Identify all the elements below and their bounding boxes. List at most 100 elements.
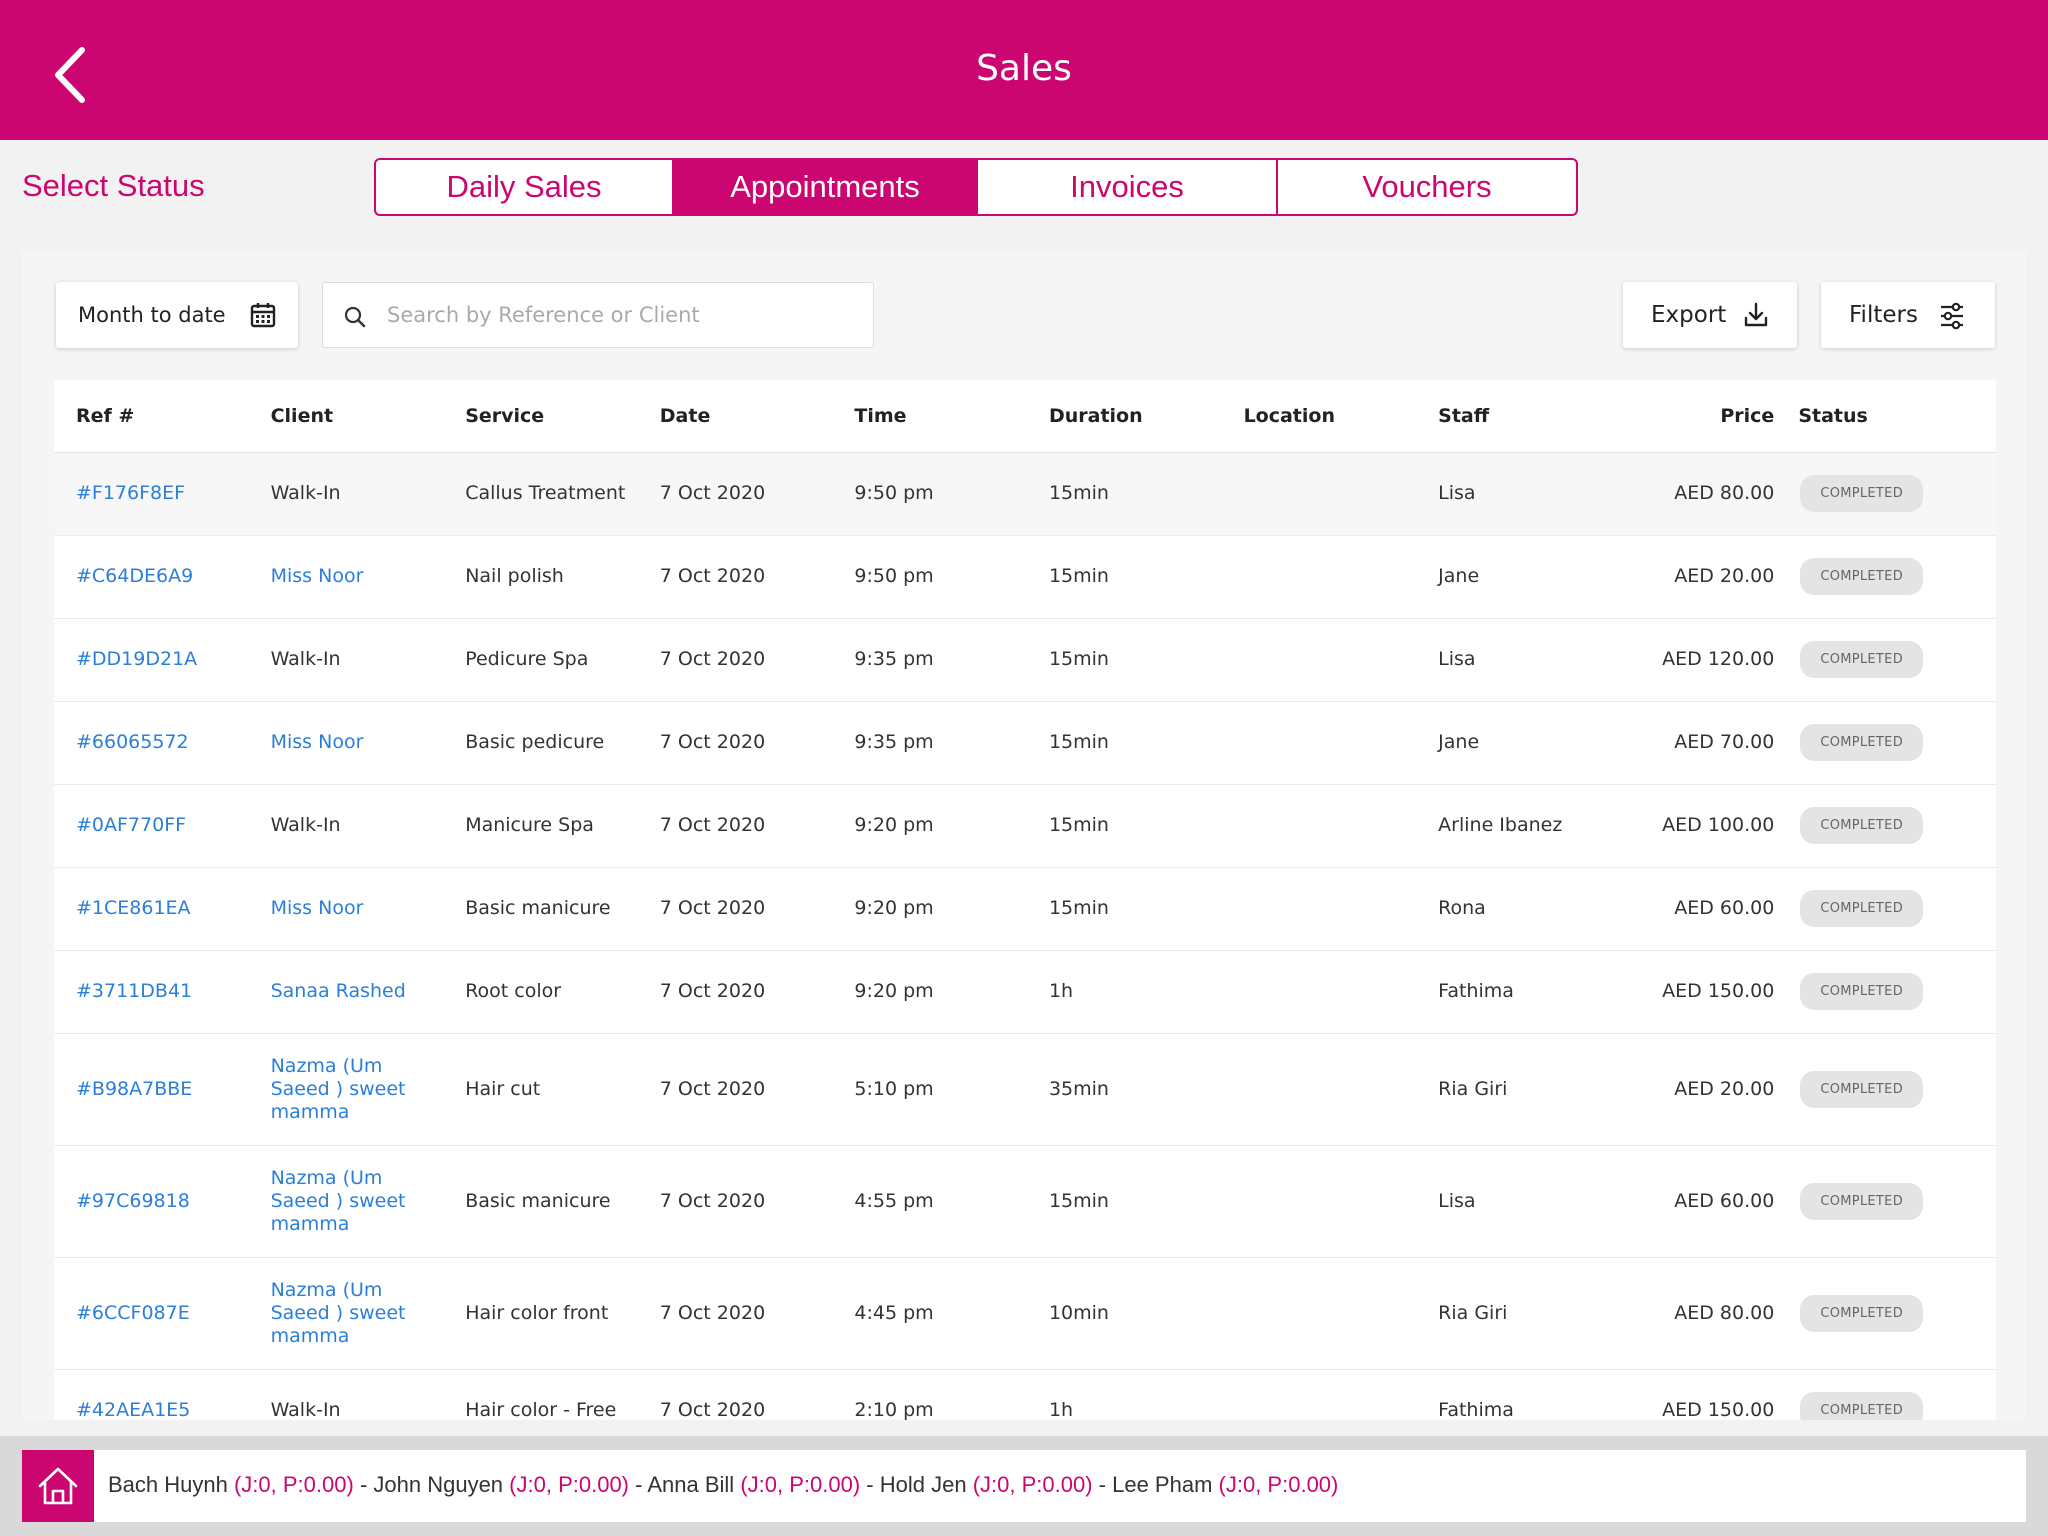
table-row[interactable]: #C64DE6A9 Miss Noor Nail polish 7 Oct 2020 9…: [54, 535, 1996, 619]
table-row[interactable]: #DD19D21A Walk-In Pedicure Spa 7 Oct 2020 9:…: [54, 618, 1996, 702]
date-range-button[interactable]: Month to date: [56, 282, 298, 348]
cell-time: 4:45 pm: [832, 1257, 1027, 1370]
table-row[interactable]: #6CCF087E Nazma (Um Saeed ) sweet mamma Ha…: [54, 1257, 1996, 1370]
tab-invoices[interactable]: Invoices: [976, 158, 1278, 216]
table-row[interactable]: #3711DB41 Sanaa Rashed Root color 7 Oct 202…: [54, 950, 1996, 1034]
cell-ref: #1CE861EA: [54, 867, 249, 951]
client-link[interactable]: Sanaa Rashed: [271, 980, 406, 1002]
col-header-location[interactable]: Location: [1221, 380, 1417, 453]
duration-value: 1h: [1048, 980, 1074, 1002]
ref-link[interactable]: #97C69818: [76, 1190, 190, 1212]
ref-link[interactable]: #C64DE6A9: [76, 565, 193, 587]
ref-link[interactable]: #1CE861EA: [76, 897, 191, 919]
staff-value: Arline Ibanez: [1438, 814, 1563, 836]
col-header-status[interactable]: Status: [1796, 380, 1996, 453]
tab-daily-sales[interactable]: Daily Sales: [374, 158, 674, 216]
staff-value: Jane: [1438, 565, 1480, 587]
service-value: Callus Treatment: [465, 482, 626, 504]
ref-link[interactable]: #B98A7BBE: [76, 1078, 192, 1100]
ref-link[interactable]: #F176F8EF: [76, 482, 185, 504]
download-icon: [1744, 302, 1768, 327]
client-link[interactable]: Nazma (Um Saeed ) sweet mamma: [271, 1279, 406, 1347]
time-value: 4:55 pm: [854, 1189, 934, 1212]
cell-date: 7 Oct 2020: [637, 1145, 833, 1258]
staff-stat: (J:0, P:0.00): [1218, 1472, 1339, 1497]
cell-service: Hair color front: [443, 1257, 638, 1370]
filters-label: Filters: [1849, 302, 1918, 328]
export-button[interactable]: Export: [1623, 282, 1797, 348]
search-input[interactable]: [387, 295, 857, 335]
staff-name[interactable]: Hold Jen: [880, 1472, 967, 1497]
cell-service: Basic manicure: [443, 867, 638, 951]
ref-link[interactable]: #66065572: [76, 731, 189, 753]
col-header-price[interactable]: Price: [1610, 380, 1797, 453]
filters-button[interactable]: Filters: [1821, 282, 1995, 348]
table-row[interactable]: #F176F8EF Walk-In Callus Treatment 7 Oct 20…: [54, 452, 1996, 536]
duration-value: 15min: [1048, 731, 1109, 753]
ref-link[interactable]: #DD19D21A: [76, 648, 197, 670]
duration-value: 15min: [1048, 1189, 1109, 1212]
duration-value: 10min: [1048, 1301, 1109, 1324]
cell-service: Pedicure Spa: [443, 618, 638, 702]
service-value: Basic pedicure: [465, 731, 605, 753]
cell-status: COMPLETED: [1796, 1369, 1996, 1420]
client-link[interactable]: Miss Noor: [271, 565, 364, 587]
cell-time: 9:35 pm: [832, 618, 1027, 702]
col-header-staff[interactable]: Staff: [1416, 380, 1611, 453]
cell-staff: Fathima: [1416, 1369, 1611, 1420]
date-value: 7 Oct 2020: [659, 1301, 766, 1324]
ref-link[interactable]: #3711DB41: [76, 980, 192, 1002]
cell-time: 4:55 pm: [832, 1145, 1027, 1258]
cell-staff: Arline Ibanez: [1416, 784, 1611, 868]
staff-name[interactable]: Lee Pham: [1112, 1472, 1212, 1497]
cell-location: [1221, 1369, 1417, 1420]
staff-name[interactable]: Bach Huynh: [108, 1472, 228, 1497]
ref-link[interactable]: #42AEA1E5: [76, 1399, 190, 1420]
staff-value: Rona: [1438, 897, 1486, 919]
cell-status: COMPLETED: [1796, 618, 1996, 702]
table-row[interactable]: #42AEA1E5 Walk-In Hair color - Free 7 Oct 2…: [54, 1369, 1996, 1420]
table-row[interactable]: #0AF770FF Walk-In Manicure Spa 7 Oct 2020 9:…: [54, 784, 1996, 868]
cell-date: 7 Oct 2020: [637, 701, 833, 785]
cell-client: Walk-In: [248, 452, 444, 536]
col-header-client[interactable]: Client: [248, 380, 444, 453]
col-header-time[interactable]: Time: [832, 380, 1027, 453]
sliders-icon: [1941, 302, 1963, 330]
staff-name[interactable]: John Nguyen: [373, 1472, 503, 1497]
app-header: Sales: [0, 0, 2048, 140]
table-row[interactable]: #97C69818 Nazma (Um Saeed ) sweet mamma Ba…: [54, 1145, 1996, 1258]
tab-vouchers[interactable]: Vouchers: [1276, 158, 1578, 216]
staff-name[interactable]: Anna Bill: [647, 1472, 734, 1497]
duration-value: 1h: [1048, 1399, 1074, 1420]
table-row[interactable]: #1CE861EA Miss Noor Basic manicure 7 Oct 20…: [54, 867, 1996, 951]
staff-value: Fathima: [1438, 1399, 1514, 1420]
staff-separator: -: [353, 1472, 374, 1497]
ref-link[interactable]: #0AF770FF: [76, 814, 186, 836]
price-value: AED 120.00: [1662, 648, 1775, 670]
client-link[interactable]: Miss Noor: [271, 731, 364, 753]
cell-staff: Jane: [1416, 535, 1611, 619]
home-button[interactable]: [22, 1450, 94, 1522]
client-link[interactable]: Nazma (Um Saeed ) sweet mamma: [271, 1167, 406, 1235]
time-value: 9:35 pm: [854, 648, 934, 670]
cell-client: Miss Noor: [248, 701, 444, 785]
tab-appointments[interactable]: Appointments: [672, 158, 978, 216]
date-value: 7 Oct 2020: [659, 565, 766, 587]
service-value: Basic manicure: [465, 897, 611, 919]
status-badge: COMPLETED: [1800, 641, 1923, 678]
col-header-ref[interactable]: Ref #: [54, 380, 249, 453]
cell-duration: 15min: [1026, 867, 1222, 951]
client-name: Walk-In: [270, 482, 341, 504]
client-link[interactable]: Nazma (Um Saeed ) sweet mamma: [271, 1055, 406, 1123]
cell-price: AED 60.00: [1610, 1145, 1797, 1258]
client-link[interactable]: Miss Noor: [271, 897, 364, 919]
col-header-date[interactable]: Date: [637, 380, 833, 453]
duration-value: 15min: [1048, 814, 1109, 836]
table-row[interactable]: #66065572 Miss Noor Basic pedicure 7 Oct 20…: [54, 701, 1996, 785]
col-header-duration[interactable]: Duration: [1026, 380, 1222, 453]
time-value: 9:35 pm: [854, 731, 934, 753]
table-row[interactable]: #B98A7BBE Nazma (Um Saeed ) sweet mamma Ha…: [54, 1033, 1996, 1146]
ref-link[interactable]: #6CCF087E: [76, 1302, 190, 1324]
status-badge: COMPLETED: [1800, 1182, 1923, 1220]
col-header-service[interactable]: Service: [443, 380, 638, 453]
